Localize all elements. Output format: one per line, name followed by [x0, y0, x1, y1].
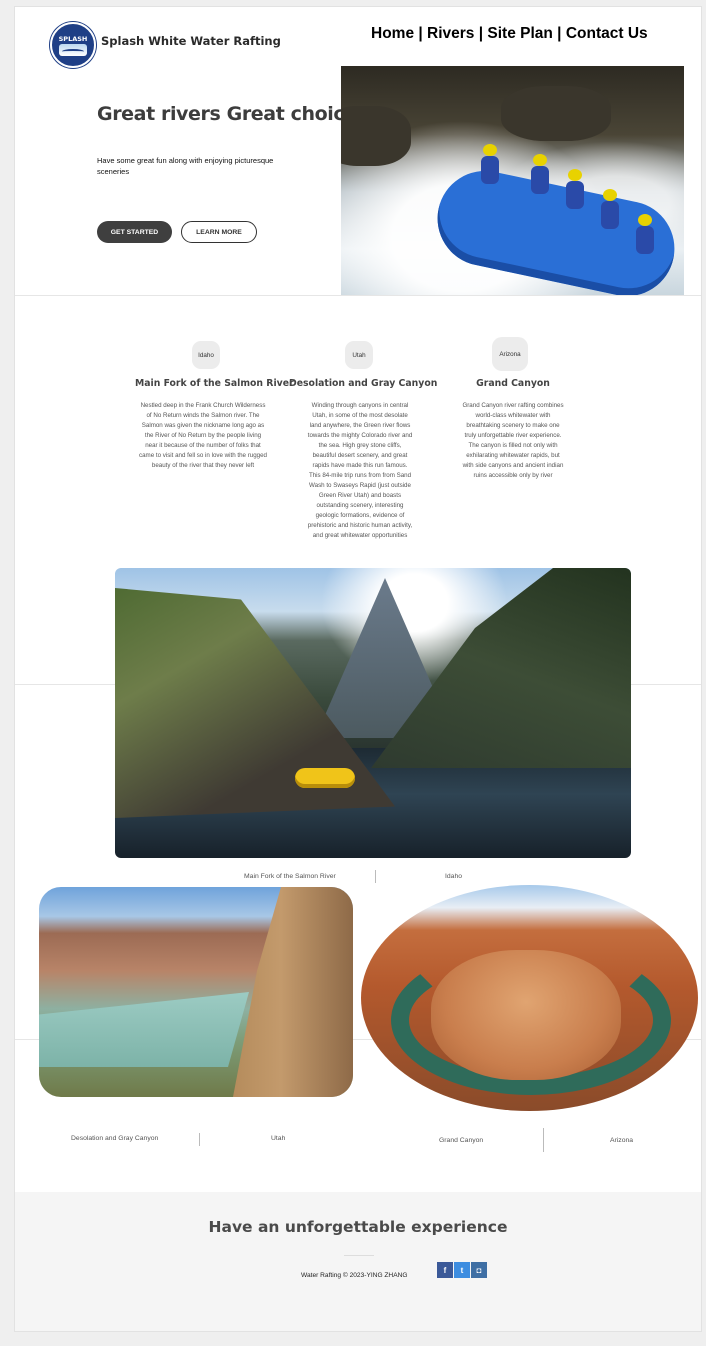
footer-title: Have an unforgettable experience: [208, 1218, 508, 1236]
caption-gc-state: Arizona: [610, 1137, 634, 1144]
get-started-button[interactable]: GET STARTED: [97, 221, 172, 243]
salmon-river-image: [115, 568, 631, 858]
rafter-shape: [481, 144, 499, 184]
caption-divider: [543, 1128, 544, 1152]
river-title-grand-canyon: Grand Canyon: [476, 378, 550, 389]
caption-utah-name: Desolation and Gray Canyon: [71, 1135, 159, 1142]
river-title-salmon: Main Fork of the Salmon River: [135, 378, 294, 389]
nav-site-plan[interactable]: Site Plan: [487, 25, 552, 42]
caption-utah-state: Utah: [271, 1135, 286, 1142]
instagram-icon[interactable]: ◘: [471, 1262, 487, 1278]
state-tag-arizona: Arizona: [492, 337, 528, 371]
splash-logo[interactable]: SPLASH: [50, 22, 96, 68]
cliff-shape: [233, 887, 353, 1097]
caption-salmon-state: Idaho: [445, 873, 463, 880]
rock-shape: [501, 86, 611, 141]
learn-more-button[interactable]: LEARN MORE: [181, 221, 257, 243]
logo-text: SPLASH: [58, 34, 88, 43]
river-title-desolation: Desolation and Gray Canyon: [289, 378, 438, 389]
river-desc-grand-canyon: Grand Canyon river rafting combines worl…: [462, 402, 564, 479]
rafter-shape: [531, 154, 549, 194]
caption-salmon-name: Main Fork of the Salmon River: [244, 873, 336, 880]
nav-contact-us[interactable]: Contact Us: [566, 25, 648, 42]
copyright-text: Water Rafting © 2023-YING ZHANG: [301, 1272, 408, 1279]
rafter-shape: [566, 169, 584, 209]
rock-shape: [341, 106, 411, 166]
brand-name: Splash White Water Rafting: [101, 34, 281, 48]
wave-icon: [59, 43, 87, 56]
footer: Have an unforgettable experience Water R…: [15, 1192, 701, 1331]
nav-separator: |: [474, 25, 488, 42]
hero-subtitle: Have some great fun along with enjoying …: [97, 156, 274, 176]
river-desc-desolation: Winding through canyons in central Utah,…: [307, 402, 413, 539]
caption-gc-name: Grand Canyon: [439, 1137, 484, 1144]
nav-separator: |: [552, 25, 566, 42]
hero-rafting-image: [341, 66, 684, 295]
page: SPLASH Splash White Water Rafting Home |…: [14, 6, 702, 1332]
caption-divider: [199, 1133, 200, 1146]
grand-canyon-image: [361, 885, 698, 1111]
state-tag-idaho: Idaho: [192, 341, 220, 369]
footer-divider: [344, 1255, 374, 1256]
main-nav: Home | Rivers | Site Plan | Contact Us: [371, 25, 648, 43]
caption-divider: [375, 870, 376, 883]
rafter-shape: [601, 189, 619, 229]
river-shape: [39, 992, 249, 1067]
state-tag-utah: Utah: [345, 341, 373, 369]
rafter-shape: [636, 214, 654, 254]
twitter-icon[interactable]: t: [454, 1262, 470, 1278]
desolation-canyon-image: [39, 887, 353, 1097]
section-divider: [15, 295, 701, 296]
nav-rivers[interactable]: Rivers: [427, 25, 474, 42]
nav-separator: |: [414, 25, 428, 42]
mesa-shape: [431, 950, 621, 1080]
nav-home[interactable]: Home: [371, 25, 414, 42]
river-desc-salmon: Nestled deep in the Frank Church Wildern…: [139, 402, 267, 469]
raft-shape: [295, 768, 355, 788]
facebook-icon[interactable]: f: [437, 1262, 453, 1278]
hero-title: Great rivers Great choice: [97, 103, 357, 125]
